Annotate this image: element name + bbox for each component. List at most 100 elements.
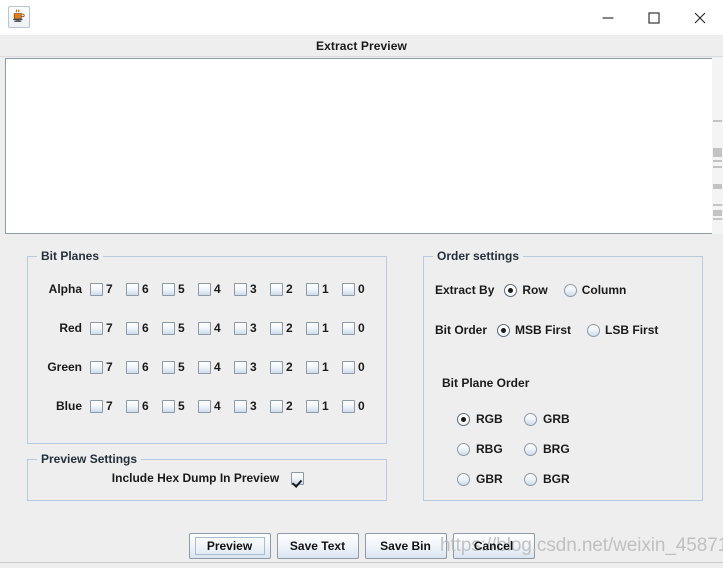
checkbox-green-bit-4[interactable] — [198, 361, 211, 374]
preview-settings-panel: Preview Settings Include Hex Dump In Pre… — [27, 459, 387, 501]
bit-index-label: 7 — [106, 399, 113, 413]
radio-indicator[interactable] — [524, 413, 537, 426]
close-button[interactable] — [677, 0, 723, 35]
checkbox-blue-bit-5[interactable] — [162, 400, 175, 413]
bit-plane-order-option-bgr[interactable]: BGR — [524, 472, 591, 486]
bit-plane-order-option-rgb[interactable]: RGB — [457, 412, 524, 426]
checkbox-alpha-bit-4[interactable] — [198, 283, 211, 296]
bit-order-option-lsb-first[interactable]: LSB First — [587, 323, 658, 337]
bit-index-label: 4 — [214, 360, 221, 374]
checkbox-red-bit-4[interactable] — [198, 322, 211, 335]
bit-plane-order-option-brg[interactable]: BRG — [524, 442, 591, 456]
checkbox-red-bit-7[interactable] — [90, 322, 103, 335]
checkbox-blue-bit-1[interactable] — [306, 400, 319, 413]
bit-order-option-msb-first[interactable]: MSB First — [497, 323, 571, 337]
cancel-button[interactable]: Cancel — [453, 533, 535, 559]
bit-cell: 6 — [126, 360, 162, 374]
checkbox-red-bit-3[interactable] — [234, 322, 247, 335]
button-label: Preview — [207, 539, 252, 553]
checkbox-green-bit-2[interactable] — [270, 361, 283, 374]
checkbox-alpha-bit-2[interactable] — [270, 283, 283, 296]
bit-plane-order-row: GBR BGR — [457, 464, 677, 494]
checkbox-blue-bit-2[interactable] — [270, 400, 283, 413]
checkbox-blue-bit-0[interactable] — [342, 400, 355, 413]
bit-index-label: 1 — [322, 360, 329, 374]
checkbox-red-bit-5[interactable] — [162, 322, 175, 335]
bit-cell: 2 — [270, 282, 306, 296]
checkbox-blue-bit-3[interactable] — [234, 400, 247, 413]
window-controls — [585, 0, 723, 35]
radio-indicator[interactable] — [457, 473, 470, 486]
radio-indicator[interactable] — [457, 413, 470, 426]
extract-by-option-row[interactable]: Row — [504, 283, 547, 297]
checkbox-alpha-bit-6[interactable] — [126, 283, 139, 296]
extract-by-option-column[interactable]: Column — [564, 283, 627, 297]
bit-plane-row-green: Green76543210 — [28, 357, 388, 377]
bit-cell: 3 — [234, 321, 270, 335]
save-text-button[interactable]: Save Text — [277, 533, 359, 559]
checkbox-alpha-bit-5[interactable] — [162, 283, 175, 296]
bit-index-label: 3 — [250, 282, 257, 296]
checkbox-green-bit-3[interactable] — [234, 361, 247, 374]
radio-indicator[interactable] — [524, 443, 537, 456]
bit-index-label: 1 — [322, 321, 329, 335]
button-label: Save Bin — [380, 539, 431, 553]
bit-plane-order-label: Bit Plane Order — [442, 376, 529, 390]
bit-cell: 0 — [342, 321, 378, 335]
radio-indicator[interactable] — [524, 473, 537, 486]
maximize-button[interactable] — [631, 0, 677, 35]
include-hex-dump-checkbox[interactable] — [291, 472, 304, 485]
bit-cell: 2 — [270, 321, 306, 335]
checkbox-blue-bit-7[interactable] — [90, 400, 103, 413]
checkbox-red-bit-2[interactable] — [270, 322, 283, 335]
bit-cell: 6 — [126, 321, 162, 335]
checkbox-red-bit-0[interactable] — [342, 322, 355, 335]
save-bin-button[interactable]: Save Bin — [365, 533, 447, 559]
extract-by-row: Extract By RowColumn — [435, 283, 642, 297]
checkbox-blue-bit-4[interactable] — [198, 400, 211, 413]
checkbox-green-bit-1[interactable] — [306, 361, 319, 374]
bit-cell: 4 — [198, 399, 234, 413]
bit-index-label: 0 — [358, 321, 365, 335]
bit-plane-order-option-rbg[interactable]: RBG — [457, 442, 524, 456]
minimize-button[interactable] — [585, 0, 631, 35]
bit-planes-panel: Bit Planes Alpha76543210Red76543210Green… — [27, 256, 387, 444]
checkbox-alpha-bit-1[interactable] — [306, 283, 319, 296]
bit-cell: 2 — [270, 360, 306, 374]
checkbox-alpha-bit-3[interactable] — [234, 283, 247, 296]
radio-indicator[interactable] — [497, 324, 510, 337]
checkbox-green-bit-5[interactable] — [162, 361, 175, 374]
checkbox-blue-bit-6[interactable] — [126, 400, 139, 413]
checkbox-green-bit-7[interactable] — [90, 361, 103, 374]
checkbox-red-bit-1[interactable] — [306, 322, 319, 335]
bit-index-label: 0 — [358, 360, 365, 374]
radio-indicator[interactable] — [587, 324, 600, 337]
bit-cell: 1 — [306, 399, 342, 413]
bit-cell: 6 — [126, 282, 162, 296]
bit-plane-order-row: RBGBRG — [457, 434, 677, 464]
bit-cell: 4 — [198, 360, 234, 374]
bit-cell: 1 — [306, 321, 342, 335]
bit-cell: 3 — [234, 360, 270, 374]
bit-index-label: 3 — [250, 399, 257, 413]
bit-plane-order-option-grb[interactable]: GRB — [524, 412, 591, 426]
checkbox-alpha-bit-0[interactable] — [342, 283, 355, 296]
radio-indicator[interactable] — [457, 443, 470, 456]
checkbox-red-bit-6[interactable] — [126, 322, 139, 335]
checkbox-alpha-bit-7[interactable] — [90, 283, 103, 296]
bit-plane-order-option-gbr[interactable]: GBR — [457, 472, 524, 486]
button-label: Cancel — [474, 539, 513, 553]
bit-cell: 3 — [234, 399, 270, 413]
preview-text-area[interactable] — [5, 58, 716, 234]
radio-indicator[interactable] — [504, 284, 517, 297]
page-title: Extract Preview — [0, 35, 723, 57]
radio-label: GBR — [476, 472, 503, 486]
bit-index-label: 0 — [358, 399, 365, 413]
radio-indicator[interactable] — [564, 284, 577, 297]
bit-index-label: 6 — [142, 399, 149, 413]
bit-cell: 7 — [90, 321, 126, 335]
preview-button[interactable]: Preview — [189, 533, 271, 559]
checkbox-green-bit-0[interactable] — [342, 361, 355, 374]
bit-index-label: 7 — [106, 282, 113, 296]
checkbox-green-bit-6[interactable] — [126, 361, 139, 374]
